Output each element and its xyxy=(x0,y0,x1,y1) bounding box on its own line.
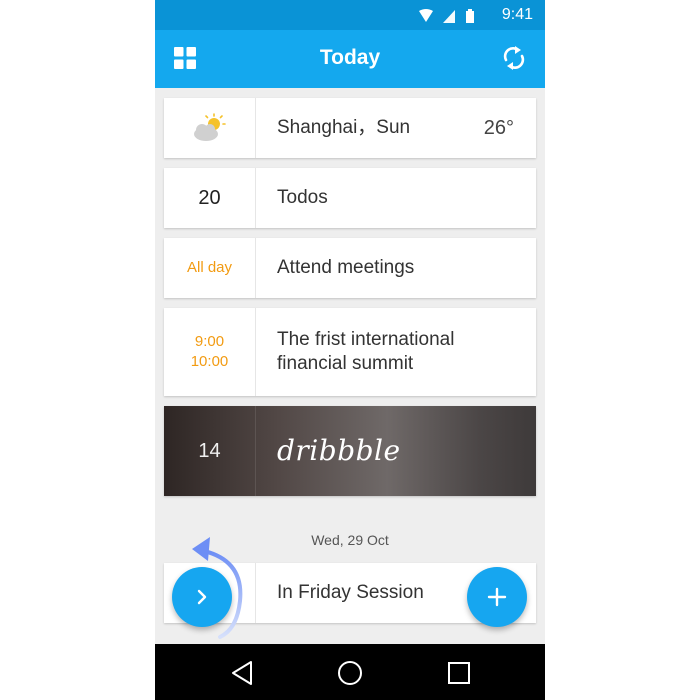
back-icon[interactable] xyxy=(227,658,257,688)
todos-label: Todos xyxy=(277,187,328,208)
wifi-icon xyxy=(419,9,433,22)
status-bar: 9:41 xyxy=(155,0,545,30)
next-fab-button[interactable] xyxy=(172,567,232,627)
dribbble-logo: dribbble xyxy=(277,434,401,467)
navigation-bar xyxy=(155,644,545,700)
status-time: 9:41 xyxy=(501,6,533,23)
app-bar: Today xyxy=(155,30,545,88)
date-separator: Wed, 29 Oct xyxy=(311,532,389,548)
summit-start-time: 9:00 xyxy=(194,333,225,350)
dribbble-logo-cell: dribbble xyxy=(277,406,536,496)
dribbble-count-cell: 14 xyxy=(164,406,256,496)
refresh-icon[interactable] xyxy=(501,44,527,72)
todos-count-cell: 20 xyxy=(164,168,256,228)
summit-time-cell: 9:00 10:00 xyxy=(164,308,256,396)
partly-cloudy-icon xyxy=(193,113,226,141)
page-title: Today xyxy=(319,46,381,69)
plus-icon xyxy=(487,587,507,607)
weather-icon-cell xyxy=(164,98,256,158)
summit-title: The frist international financial summit xyxy=(277,308,536,396)
weather-card[interactable]: Shanghai，Sun 26° xyxy=(164,98,536,158)
summit-card[interactable]: 9:00 10:00 The frist international finan… xyxy=(164,308,536,396)
weather-temperature: 26° xyxy=(483,116,514,139)
meeting-title: Attend meetings xyxy=(277,257,415,278)
meeting-card[interactable]: All day Attend meetings xyxy=(164,238,536,298)
todos-card[interactable]: 20 Todos xyxy=(164,168,536,228)
chevron-right-icon xyxy=(197,589,207,605)
recents-icon[interactable] xyxy=(444,658,474,688)
summit-title-line2: financial summit xyxy=(277,353,414,374)
phone-screen: 9:41 Today Shanghai，Sun 26° 20 Todos All… xyxy=(155,0,545,700)
battery-icon xyxy=(466,9,474,23)
meeting-time-cell: All day xyxy=(164,238,256,298)
home-icon[interactable] xyxy=(335,658,365,688)
todos-count: 20 xyxy=(198,186,221,209)
meeting-time: All day xyxy=(186,259,233,276)
summit-title-line1: The frist international xyxy=(277,329,455,350)
status-icons xyxy=(419,9,474,23)
signal-icon xyxy=(443,10,455,23)
add-fab-button[interactable] xyxy=(467,567,527,627)
dribbble-count: 14 xyxy=(198,439,221,462)
dribbble-card[interactable]: 14 dribbble xyxy=(164,406,536,496)
summit-end-time: 10:00 xyxy=(190,353,229,370)
